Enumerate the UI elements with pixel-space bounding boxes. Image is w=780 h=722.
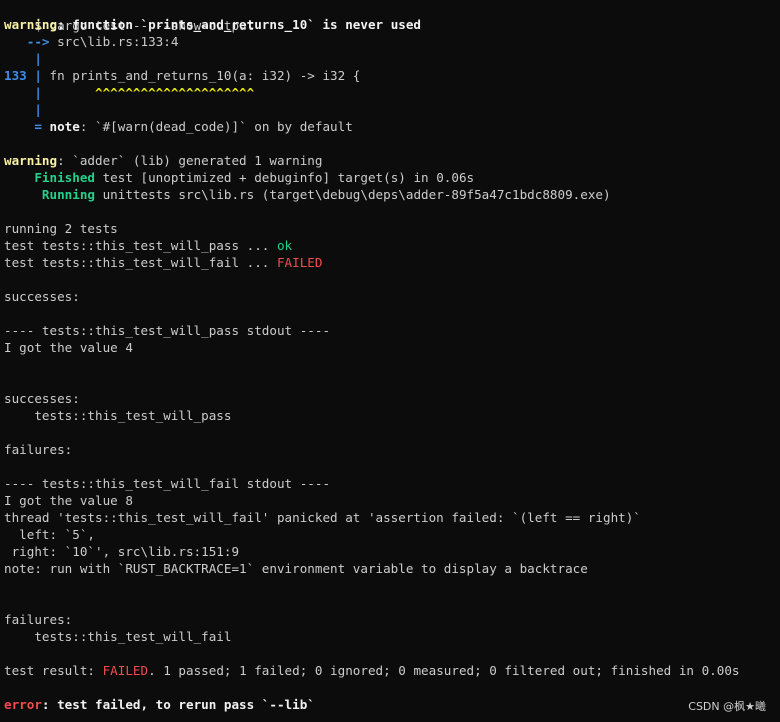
stdout-text: I got the value 4 [4, 340, 133, 355]
note-eq: = [4, 119, 42, 134]
panic-right-line: right: `10`', src\lib.rs:151:9 [4, 543, 239, 560]
gutter-pipe: | [26, 68, 42, 83]
test-name: test tests::this_test_will_fail ... [4, 255, 277, 270]
line-number: 133 [4, 68, 27, 83]
location-path: src\lib.rs:133:4 [49, 34, 179, 49]
running-line: Running unittests src\lib.rs (target\deb… [4, 186, 611, 203]
finished-label: Finished [4, 170, 95, 185]
warning-message: : function `prints_and_returns_10` is ne… [57, 17, 422, 32]
caret-underline: ^^^^^^^^^^^^^^^^^^^^^ [41, 85, 255, 100]
failures-item: tests::this_test_will_fail [4, 628, 231, 645]
caret-line: | ^^^^^^^^^^^^^^^^^^^^^ [4, 84, 254, 101]
stdout-line: I got the value 8 [4, 492, 133, 509]
backtrace-note-line: note: run with `RUST_BACKTRACE=1` enviro… [4, 560, 588, 577]
gutter-pipe: | [4, 51, 42, 66]
failures-header: failures: [4, 611, 72, 628]
note-line: = note: `#[warn(dead_code)]` on by defau… [4, 118, 353, 135]
result-summary: . 1 passed; 1 failed; 0 ignored; 0 measu… [148, 663, 740, 678]
panic-right-text: right: `10`', src\lib.rs:151:9 [4, 544, 240, 559]
running-message: unittests src\lib.rs (target\debug\deps\… [95, 187, 611, 202]
stdout-header-text: ---- tests::this_test_will_fail stdout -… [4, 476, 331, 491]
test-result-line: test result: FAILED. 1 passed; 1 failed;… [4, 662, 739, 679]
test-status-ok: ok [276, 238, 293, 253]
error-label: error [4, 697, 42, 712]
test-list-item: tests::this_test_will_fail [4, 629, 232, 644]
stdout-text: I got the value 8 [4, 493, 133, 508]
gutter-pipe: | [4, 85, 42, 100]
warning-label: warning [4, 17, 58, 32]
warning-summary-line: warning: `adder` (lib) generated 1 warni… [4, 152, 322, 169]
failures-header: failures: [4, 441, 72, 458]
section-header: failures: [4, 442, 73, 457]
test-pass-line: test tests::this_test_will_pass ... ok [4, 237, 292, 254]
terminal-window[interactable]: $ cargo test -- --show-output warning: f… [0, 0, 780, 722]
warning-summary: : `adder` (lib) generated 1 warning [57, 153, 323, 168]
location-arrow: --> [4, 34, 50, 49]
error-message: : test failed, to rerun pass `--lib` [41, 697, 315, 712]
result-prefix: test result: [4, 663, 103, 678]
warning-label: warning [4, 153, 58, 168]
warning-location: --> src\lib.rs:133:4 [4, 33, 179, 50]
section-header: failures: [4, 612, 73, 627]
warning-line: warning: function `prints_and_returns_10… [4, 16, 421, 33]
stdout-header-text: ---- tests::this_test_will_pass stdout -… [4, 323, 331, 338]
stdout-line: I got the value 4 [4, 339, 133, 356]
panic-left-text: left: `5`, [4, 527, 95, 542]
test-list-item: tests::this_test_will_pass [4, 408, 232, 423]
stdout-header: ---- tests::this_test_will_pass stdout -… [4, 322, 330, 339]
section-header: successes: [4, 289, 80, 304]
running-count-line: running 2 tests [4, 220, 118, 237]
stdout-header: ---- tests::this_test_will_fail stdout -… [4, 475, 330, 492]
running-count: running 2 tests [4, 221, 118, 236]
watermark: CSDN @枫★曦 [688, 700, 766, 713]
finished-message: test [unoptimized + debuginfo] target(s)… [95, 170, 475, 185]
test-name: test tests::this_test_will_pass ... [4, 238, 277, 253]
gutter-pipe: | [4, 102, 42, 117]
note-message: : `#[warn(dead_code)]` on by default [79, 119, 353, 134]
successes-item: tests::this_test_will_pass [4, 407, 231, 424]
test-fail-line: test tests::this_test_will_fail ... FAIL… [4, 254, 322, 271]
successes-header: successes: [4, 390, 80, 407]
panic-line: thread 'tests::this_test_will_fail' pani… [4, 509, 641, 526]
command-line: $ cargo test -- --show-output [4, 0, 254, 33]
backtrace-note-text: note: run with `RUST_BACKTRACE=1` enviro… [4, 561, 588, 576]
running-label: Running [4, 187, 95, 202]
test-status-failed: FAILED [276, 255, 323, 270]
successes-header: successes: [4, 288, 80, 305]
result-status: FAILED [102, 663, 149, 678]
source-line: 133 | fn prints_and_returns_10(a: i32) -… [4, 67, 360, 84]
gutter-line: | [4, 101, 42, 118]
panic-text: thread 'tests::this_test_will_fail' pani… [4, 510, 641, 525]
section-header: successes: [4, 391, 80, 406]
note-label: note [41, 119, 80, 134]
gutter-line: | [4, 50, 42, 67]
source-code: fn prints_and_returns_10(a: i32) -> i32 … [41, 68, 361, 83]
error-line: error: test failed, to rerun pass `--lib… [4, 696, 315, 713]
panic-left-line: left: `5`, [4, 526, 95, 543]
finished-line: Finished test [unoptimized + debuginfo] … [4, 169, 474, 186]
